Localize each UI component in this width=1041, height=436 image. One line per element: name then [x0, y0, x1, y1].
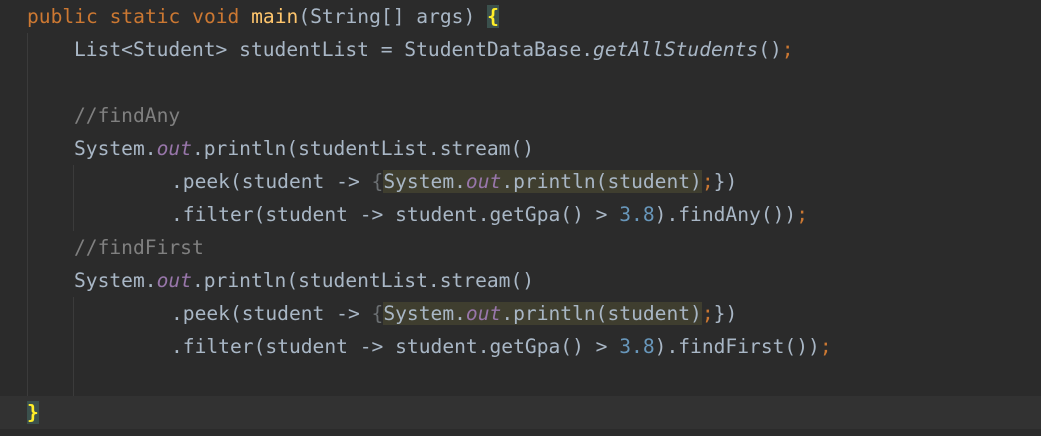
- code-line-8[interactable]: //findFirst: [0, 231, 1041, 264]
- code-line-12[interactable]: [0, 363, 1041, 396]
- code-line-3[interactable]: [0, 66, 1041, 99]
- println-call: .println(studentList.stream(): [191, 137, 535, 160]
- keyword-public: public: [27, 5, 98, 28]
- system-class: System.: [383, 302, 466, 325]
- method-name-main: main: [251, 5, 299, 28]
- highlighted-statement: System.out.println(student): [383, 170, 702, 193]
- code-line-4[interactable]: //findAny: [0, 99, 1041, 132]
- println-call: .println(studentList.stream(): [191, 269, 535, 292]
- findany-call: ).findAny()): [654, 203, 797, 226]
- peek-call: .peek(student ->: [171, 170, 372, 193]
- code-line-7[interactable]: .filter(student -> student.getGpa() > 3.…: [0, 198, 1041, 231]
- semicolon: ;: [701, 170, 714, 193]
- code-text: .filter(student -> student.getGpa() > 3.…: [171, 198, 808, 231]
- filter-call: .filter(student -> student.getGpa() >: [171, 203, 620, 226]
- method-params: (String[] args): [298, 5, 488, 28]
- peek-call: .peek(student ->: [171, 302, 372, 325]
- code-editor[interactable]: public static void main(String[] args) {…: [0, 0, 1041, 436]
- lambda-close: }): [713, 170, 738, 193]
- semicolon: ;: [701, 302, 714, 325]
- code-text: System.out.println(studentList.stream(): [74, 132, 534, 165]
- semicolon: ;: [819, 335, 832, 358]
- lambda-close: }): [713, 302, 738, 325]
- keyword-void: void: [192, 5, 240, 28]
- code-line-1[interactable]: public static void main(String[] args) {: [0, 0, 1041, 33]
- println-call: .println(student): [501, 170, 702, 193]
- static-field-out: out: [465, 302, 502, 325]
- matched-brace-open: {: [487, 5, 499, 28]
- filter-call: .filter(student -> student.getGpa() >: [171, 335, 620, 358]
- code-line-11[interactable]: .filter(student -> student.getGpa() > 3.…: [0, 330, 1041, 363]
- code-line-9[interactable]: System.out.println(studentList.stream(): [0, 264, 1041, 297]
- code-line-10[interactable]: .peek(student -> {System.out.println(stu…: [0, 297, 1041, 330]
- system-class: System.: [383, 170, 466, 193]
- semicolon: ;: [796, 203, 809, 226]
- code-line-6[interactable]: .peek(student -> {System.out.println(stu…: [0, 165, 1041, 198]
- static-field-out: out: [156, 269, 192, 292]
- static-field-out: out: [465, 170, 502, 193]
- code-text: .filter(student -> student.getGpa() > 3.…: [171, 330, 832, 363]
- number-literal: 3.8: [619, 335, 655, 358]
- highlighted-statement: System.out.println(student): [383, 302, 702, 325]
- comment-findany: //findAny: [74, 104, 181, 127]
- comment-findfirst: //findFirst: [74, 236, 204, 259]
- code-text: .peek(student -> {System.out.println(stu…: [171, 297, 737, 330]
- println-call: .println(student): [501, 302, 702, 325]
- code-line-13[interactable]: }: [0, 396, 1041, 429]
- code-text: System.out.println(studentList.stream(): [74, 264, 534, 297]
- system-class: System.: [74, 269, 157, 292]
- lambda-brace-open: {: [371, 170, 384, 193]
- matched-brace-close: }: [27, 401, 39, 424]
- lambda-brace-open: {: [371, 302, 384, 325]
- static-method-call: getAllStudents: [593, 38, 759, 61]
- keyword-static: static: [109, 5, 181, 28]
- semicolon: ;: [781, 38, 794, 61]
- code-text: }: [27, 396, 39, 429]
- code-text: List<Student> studentList = StudentDataB…: [74, 33, 794, 66]
- system-class: System.: [74, 137, 157, 160]
- static-field-out: out: [156, 137, 192, 160]
- findfirst-call: ).findFirst()): [654, 335, 820, 358]
- code-text: .peek(student -> {System.out.println(stu…: [171, 165, 737, 198]
- code-text: public static void main(String[] args) {: [27, 0, 499, 33]
- code-line-2[interactable]: List<Student> studentList = StudentDataB…: [0, 33, 1041, 66]
- call-parens: (): [758, 38, 782, 61]
- number-literal: 3.8: [619, 203, 655, 226]
- code-line-5[interactable]: System.out.println(studentList.stream(): [0, 132, 1041, 165]
- statement-text: List<Student> studentList = StudentDataB…: [74, 38, 594, 61]
